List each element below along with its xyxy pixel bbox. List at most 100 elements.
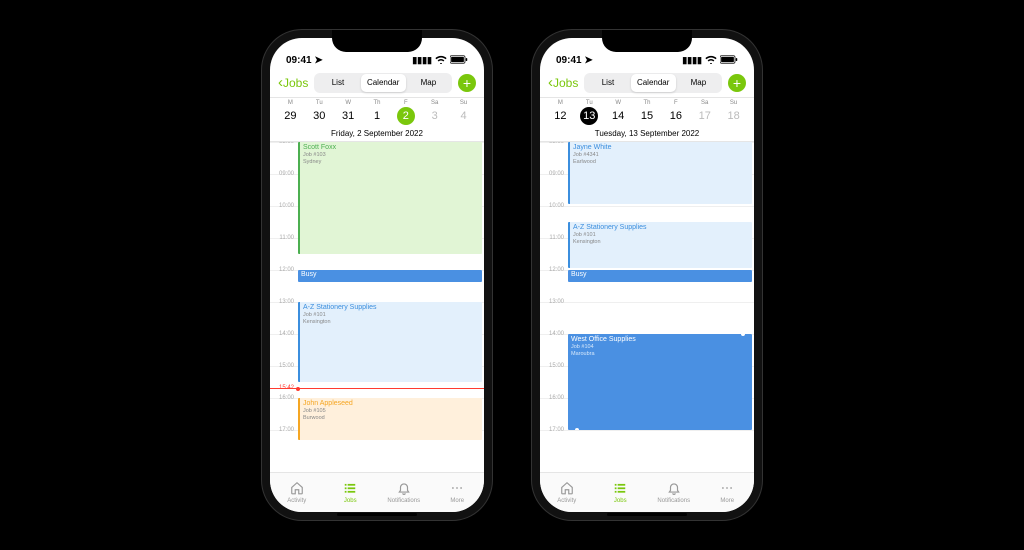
home-icon [560,481,574,497]
day-of-week-label: F [391,100,420,106]
day-of-week-label: Sa [690,100,719,106]
calendar-event[interactable]: A-Z Stationery Supplies Job #101Kensingt… [568,222,752,268]
location-icon: ➤ [314,55,322,66]
back-button[interactable]: ‹ Jobs [548,74,578,91]
hour-label: 16:00 [272,395,294,401]
day-column[interactable]: F 2 [391,100,420,125]
current-time-indicator: 15:42 [270,388,484,389]
event-subtitle: Job #4341 [573,152,749,159]
day-column[interactable]: Su 4 [449,100,478,125]
timeline[interactable]: 08:00 09:00 10:00 11:00 12:00 13:00 14:0… [540,142,754,472]
events-layer: Scott Foxx Job #103Sydney Busy A-Z Stati… [298,142,482,472]
event-subtitle: Job #101 [303,312,479,319]
day-column[interactable]: Sa 3 [420,100,449,125]
status-icons: ▮▮▮▮ [682,55,738,66]
hour-label: 14:00 [542,331,564,337]
back-label: Jobs [283,76,308,90]
day-column[interactable]: W 31 [334,100,363,125]
phone-notch [602,30,692,52]
day-column[interactable]: Su 18 [719,100,748,125]
calendar-event[interactable]: John Appleseed Job #105Burwood [298,398,482,440]
add-button[interactable]: + [458,74,476,92]
segment-calendar[interactable]: Calendar [631,74,676,92]
day-column[interactable]: Th 1 [363,100,392,125]
day-number[interactable]: 4 [455,107,473,125]
day-number[interactable]: 31 [339,107,357,125]
calendar-event[interactable]: Busy [568,270,752,282]
hour-label: 17:00 [542,427,564,433]
day-column[interactable]: Sa 17 [690,100,719,125]
day-of-week-label: F [661,100,690,106]
hour-label: 11:00 [542,235,564,241]
tab-jobs[interactable]: Jobs [324,473,378,512]
day-number[interactable]: 2 [397,107,415,125]
day-of-week-label: W [334,100,363,106]
resize-handle-bottom[interactable] [574,427,580,430]
calendar-event[interactable]: Jayne White Job #4341Earlwood [568,142,752,204]
calendar-event[interactable]: Scott Foxx Job #103Sydney [298,142,482,254]
segment-list[interactable]: List [585,74,630,92]
tab-activity[interactable]: Activity [540,473,594,512]
bell-icon [397,481,411,497]
day-column[interactable]: M 29 [276,100,305,125]
home-indicator[interactable] [607,513,687,516]
day-of-week-label: W [604,100,633,106]
tab-notifications[interactable]: Notifications [647,473,701,512]
day-number[interactable]: 30 [310,107,328,125]
hour-label: 13:00 [542,299,564,305]
bell-icon [667,481,681,497]
segment-list[interactable]: List [315,74,360,92]
calendar-event[interactable]: Busy [298,270,482,282]
signal-icon: ▮▮▮▮ [682,55,702,66]
home-indicator[interactable] [337,513,417,516]
day-number[interactable]: 17 [696,107,714,125]
day-of-week-label: Su [449,100,478,106]
day-number[interactable]: 14 [609,107,627,125]
day-number[interactable]: 16 [667,107,685,125]
day-column[interactable]: Th 15 [633,100,662,125]
tab-label: Jobs [614,498,627,504]
phone-screen: 09:41 ➤ ▮▮▮▮ ‹ Jobs ListCalendarMap + M … [270,38,484,512]
day-number[interactable]: 15 [638,107,656,125]
day-column[interactable]: Tu 13 [575,100,604,125]
day-number[interactable]: 3 [426,107,444,125]
tab-more[interactable]: More [431,473,485,512]
segment-map[interactable]: Map [676,74,721,92]
day-number[interactable]: 1 [368,107,386,125]
tab-notifications[interactable]: Notifications [377,473,431,512]
tab-label: Notifications [657,498,690,504]
day-number[interactable]: 13 [580,107,598,125]
calendar-event[interactable]: A-Z Stationery Supplies Job #101Kensingt… [298,302,482,382]
day-column[interactable]: F 16 [661,100,690,125]
day-number[interactable]: 18 [725,107,743,125]
phone-notch [332,30,422,52]
day-column[interactable]: M 12 [546,100,575,125]
events-layer: Jayne White Job #4341Earlwood A-Z Statio… [568,142,752,472]
day-column[interactable]: W 14 [604,100,633,125]
segment-map[interactable]: Map [406,74,451,92]
event-subtitle: Job #105 [303,408,479,415]
tab-more[interactable]: More [701,473,755,512]
signal-icon: ▮▮▮▮ [412,55,432,66]
status-time: 09:41 ➤ [556,55,593,66]
day-number[interactable]: 12 [551,107,569,125]
location-icon: ➤ [584,55,592,66]
tab-activity[interactable]: Activity [270,473,324,512]
tab-jobs[interactable]: Jobs [594,473,648,512]
hour-label: 15:00 [542,363,564,369]
segment-calendar[interactable]: Calendar [361,74,406,92]
dots-icon [450,481,464,497]
hour-label: 12:00 [272,267,294,273]
calendar-event[interactable]: West Office Supplies Job #104Maroubra [568,334,752,430]
back-button[interactable]: ‹ Jobs [278,74,308,91]
battery-icon [720,55,738,66]
add-button[interactable]: + [728,74,746,92]
timeline[interactable]: 08:00 09:00 10:00 11:00 12:00 13:00 14:0… [270,142,484,472]
hour-label: 12:00 [542,267,564,273]
nav-bar: ‹ Jobs ListCalendarMap + [540,68,754,98]
day-number[interactable]: 29 [281,107,299,125]
week-strip: M 12 Tu 13 W 14 Th 15 F 16 Sa 17 Su 18 [540,98,754,125]
day-column[interactable]: Tu 30 [305,100,334,125]
plus-icon: + [733,76,741,90]
status-time: 09:41 ➤ [286,55,323,66]
